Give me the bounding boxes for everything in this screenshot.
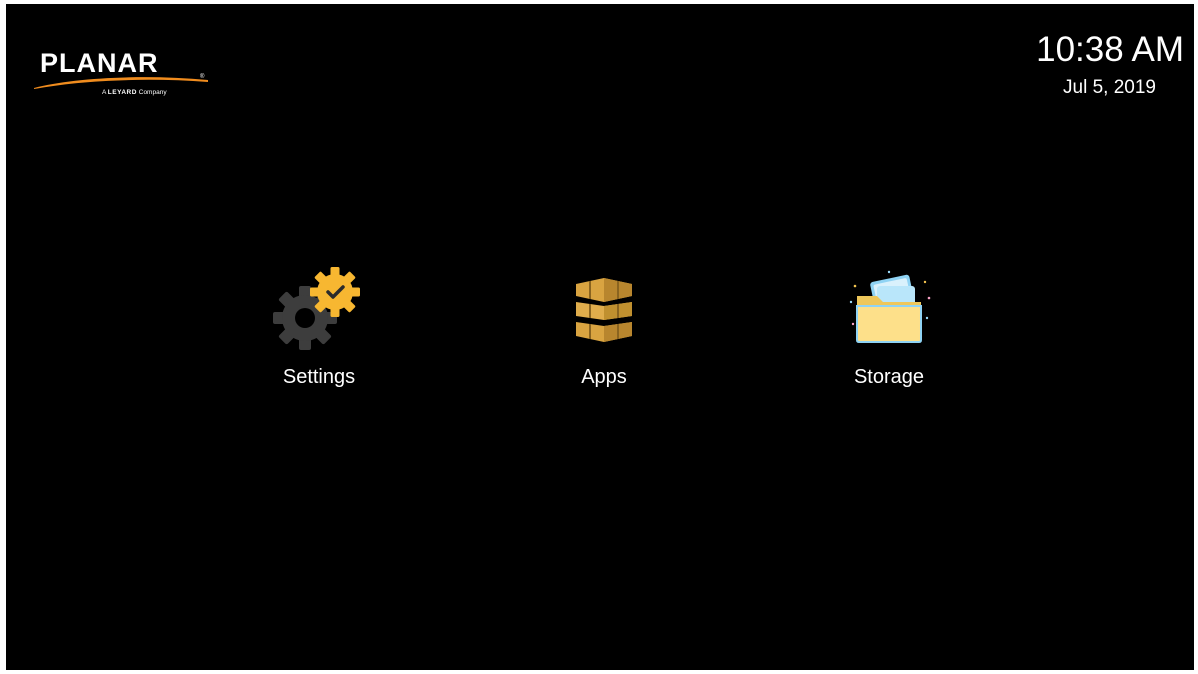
- storage-folder-icon: [849, 270, 931, 343]
- logo-swoosh-icon: [34, 77, 208, 89]
- launcher-tile-label: Settings: [282, 366, 356, 388]
- clock-date: Jul 5, 2019: [1063, 77, 1156, 98]
- planar-logo: PLANAR ® A LEYARD Company: [32, 48, 212, 104]
- launcher-tile-label: Storage: [853, 366, 925, 388]
- launcher-tile-label: Apps: [581, 366, 627, 388]
- clock-widget: 10:38 AM Jul 5, 2019: [1036, 30, 1184, 100]
- clock-time: 10:38 AM: [1036, 30, 1184, 69]
- home-screen: PLANAR ® A LEYARD Company 10:38 AM Jul 5…: [6, 4, 1194, 670]
- launcher-tile-storage[interactable]: Storage: [819, 262, 959, 402]
- apps-box-icon: [576, 278, 632, 342]
- launcher-tile-settings[interactable]: Settings: [249, 262, 389, 402]
- settings-gear-icon: [273, 267, 360, 350]
- launcher-tile-apps[interactable]: Apps: [534, 262, 674, 402]
- logo-tagline: A LEYARD Company: [102, 89, 167, 96]
